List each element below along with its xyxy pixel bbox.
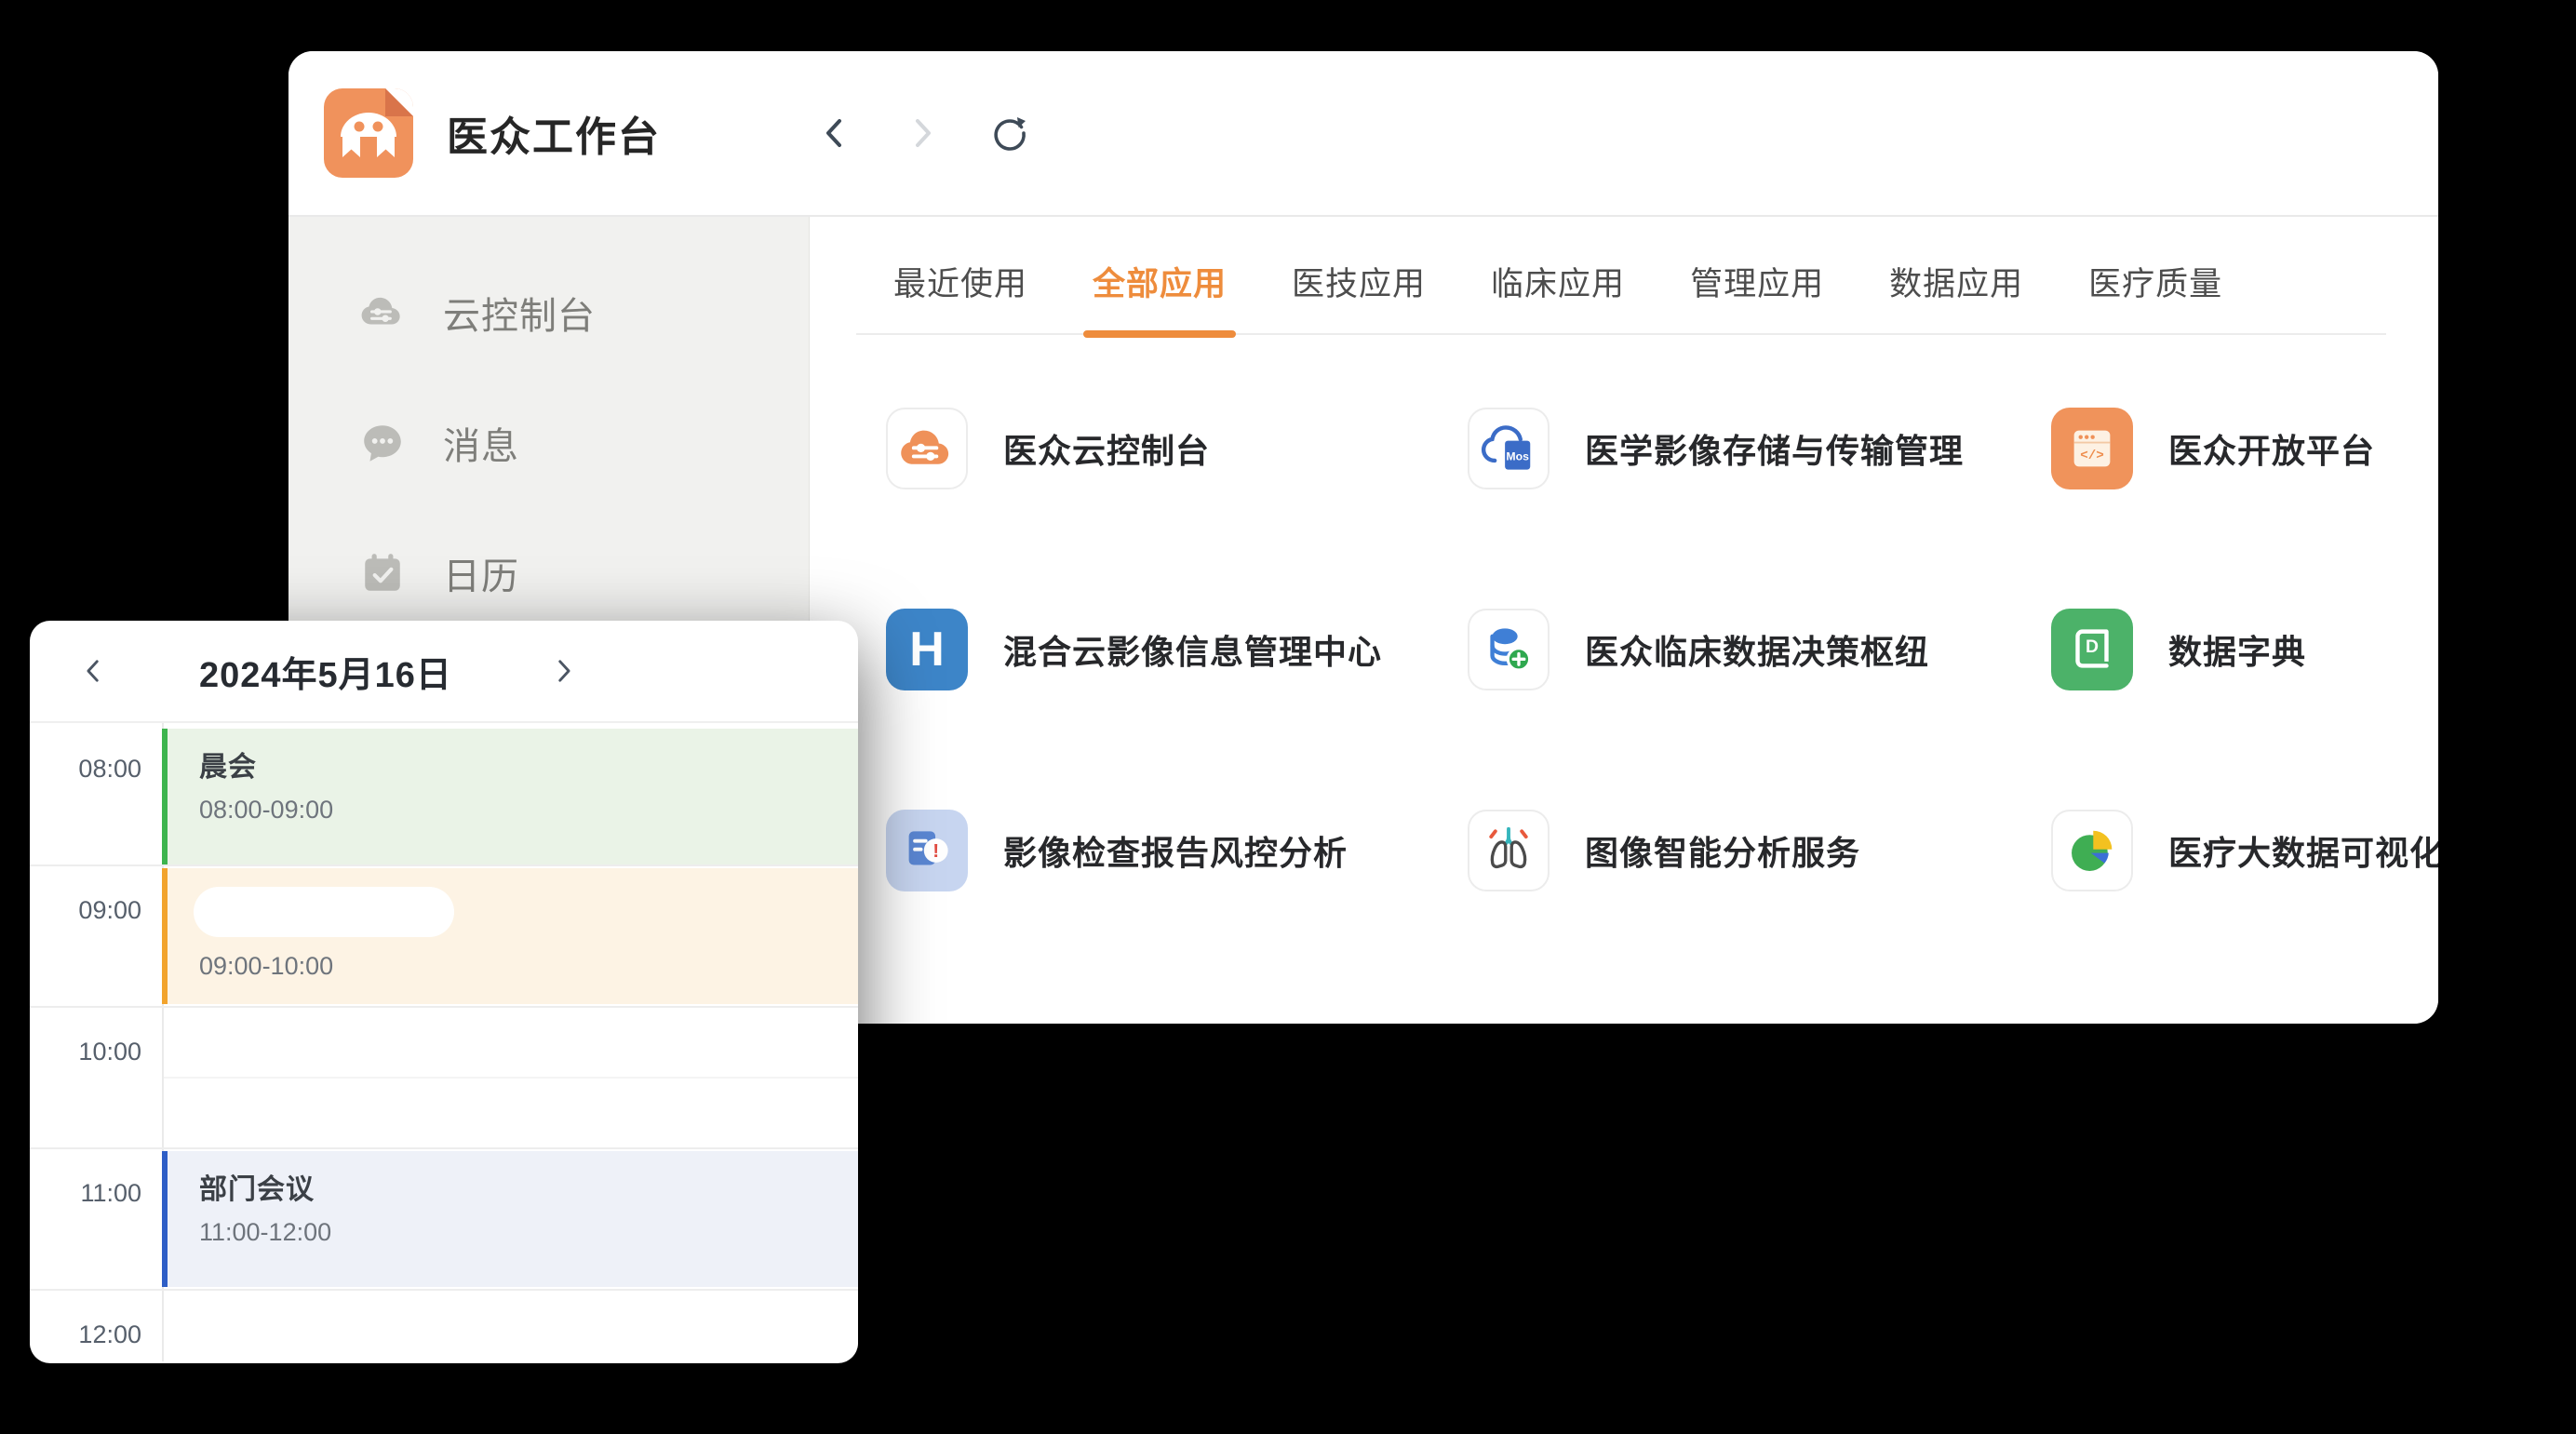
code-window-icon: </> [2063, 420, 2121, 477]
calendar-check-icon [359, 550, 406, 596]
tab-clinical[interactable]: 临床应用 [1491, 258, 1625, 333]
hour-label: 11:00 [30, 1179, 141, 1208]
app-image-storage[interactable]: Mos 医学影像存储与传输管理 [1468, 408, 2051, 489]
blue-cloud-mos-icon: Mos [1480, 420, 1537, 477]
calendar-day-view: 08:00 09:00 10:00 11:00 12:00 晨会 08:00-0… [30, 723, 858, 1361]
half-hour-gridline [164, 1077, 858, 1079]
chevron-left-icon [77, 655, 109, 687]
hour-gridline [30, 864, 858, 866]
event-time: 09:00-10:00 [199, 952, 858, 981]
sidebar-item-label: 日历 [443, 546, 519, 600]
svg-text:</>: </> [2080, 449, 2104, 463]
tab-quality[interactable]: 医疗质量 [2088, 258, 2222, 333]
chevron-left-icon [816, 114, 853, 152]
h-letter-icon: H [909, 622, 945, 677]
refresh-button[interactable] [989, 113, 1030, 154]
app-category-tabs: 最近使用 全部应用 医技应用 临床应用 管理应用 数据应用 医疗质量 [856, 217, 2386, 335]
hour-label: 10:00 [30, 1038, 141, 1066]
svg-text:!: ! [932, 840, 939, 862]
calendar-event-redacted[interactable]: 09:00-10:00 [162, 868, 858, 1004]
event-title: 部门会议 [199, 1166, 858, 1207]
sidebar-item-label: 云控制台 [443, 286, 596, 340]
logo-fold-icon [385, 88, 413, 116]
hour-label: 08:00 [30, 755, 141, 784]
sidebar-item-messages[interactable]: 消息 [288, 399, 809, 487]
calendar-next-day-button[interactable] [543, 650, 584, 691]
hour-gridline [30, 1147, 858, 1149]
calendar-header: 2024年5月16日 [30, 621, 858, 723]
calendar-date-title: 2024年5月16日 [199, 646, 452, 697]
app-report-risk-analysis[interactable]: ! 影像检查报告风控分析 [886, 810, 1468, 891]
app-big-data-visualization[interactable]: 医疗大数据可视化 [2051, 810, 2438, 891]
event-time: 08:00-09:00 [199, 796, 858, 824]
chevron-right-icon [548, 655, 580, 687]
sidebar-item-cloud-console[interactable]: 云控制台 [288, 269, 809, 356]
app-open-platform[interactable]: </> 医众开放平台 [2051, 408, 2438, 489]
forward-button[interactable] [902, 113, 943, 154]
hour-gridline [30, 1289, 858, 1291]
redacted-title-pill [194, 887, 454, 937]
nav-controls [814, 113, 1030, 154]
chevron-right-icon [904, 114, 941, 152]
svg-text:D: D [2086, 637, 2099, 657]
app-data-dictionary[interactable]: D 数据字典 [2051, 609, 2438, 690]
svg-text:Mos: Mos [1506, 449, 1529, 462]
lungs-icon [1480, 822, 1537, 879]
calendar-panel: 2024年5月16日 08:00 09:00 10:00 11:00 12:00… [30, 621, 858, 1363]
tab-all-apps[interactable]: 全部应用 [1093, 258, 1227, 333]
orange-cloud-sliders-icon [898, 420, 956, 477]
cloud-settings-icon [359, 289, 406, 336]
refresh-icon [989, 113, 1030, 154]
calendar-event-morning-meeting[interactable]: 晨会 08:00-09:00 [162, 729, 858, 864]
app-hybrid-cloud-center[interactable]: H 混合云影像信息管理中心 [886, 609, 1468, 690]
tab-medtech[interactable]: 医技应用 [1292, 258, 1426, 333]
sidebar-item-label: 消息 [443, 416, 519, 470]
content-area: 最近使用 全部应用 医技应用 临床应用 管理应用 数据应用 医疗质量 [810, 217, 2438, 1024]
hour-label: 12:00 [30, 1320, 141, 1349]
hour-label: 09:00 [30, 896, 141, 925]
report-alert-icon: ! [898, 822, 956, 879]
apps-grid: 医众云控制台 Mos 医学影像存储与传输管理 [810, 335, 2438, 891]
tab-management[interactable]: 管理应用 [1690, 258, 1824, 333]
tab-recent[interactable]: 最近使用 [893, 258, 1027, 333]
window-topbar: 医众工作台 [288, 51, 2438, 217]
app-clinical-data-hub[interactable]: 医众临床数据决策枢纽 [1468, 609, 2051, 690]
event-title: 晨会 [199, 744, 858, 784]
database-plus-icon [1480, 621, 1537, 678]
hour-gridline [30, 1006, 858, 1008]
app-image-ai-analysis[interactable]: 图像智能分析服务 [1468, 810, 2051, 891]
app-cloud-console[interactable]: 医众云控制台 [886, 408, 1468, 489]
calendar-prev-day-button[interactable] [73, 650, 114, 691]
message-bubble-icon [359, 420, 406, 466]
window-title: 医众工作台 [447, 103, 661, 163]
calendar-event-department-meeting[interactable]: 部门会议 11:00-12:00 [162, 1151, 858, 1287]
back-button[interactable] [814, 113, 855, 154]
green-book-icon: D [2063, 621, 2121, 678]
pie-chart-icon [2063, 822, 2121, 879]
app-logo [324, 88, 413, 178]
event-time: 11:00-12:00 [199, 1218, 858, 1247]
sidebar-item-calendar[interactable]: 日历 [288, 529, 809, 617]
tab-data[interactable]: 数据应用 [1889, 258, 2023, 333]
